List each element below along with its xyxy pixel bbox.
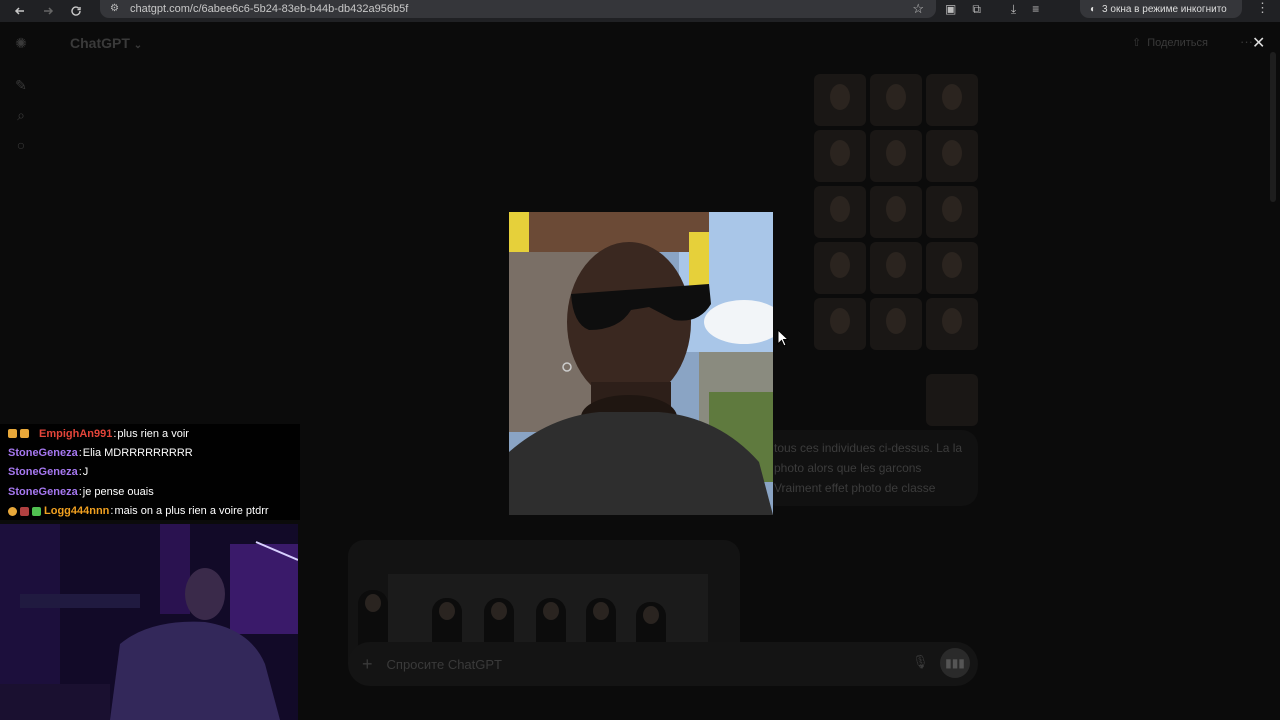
voice-mode-button[interactable]: ▮▮▮ <box>940 648 970 678</box>
url-text: chatgpt.com/c/6abee6c6-5b24-83eb-b44b-db… <box>130 3 409 15</box>
address-bar[interactable]: ⚙ chatgpt.com/c/6abee6c6-5b24-83eb-b44b-… <box>100 0 936 18</box>
playlist-icon[interactable]: ≡ <box>1032 2 1039 16</box>
plus-icon[interactable]: + <box>362 654 373 675</box>
thumbnail-image[interactable] <box>814 130 866 182</box>
edit-icon[interactable]: ✎ <box>12 76 30 94</box>
photo-person-head <box>365 594 381 612</box>
search-icon[interactable]: ⌕ <box>12 106 30 124</box>
thumbnail-image[interactable] <box>926 298 978 350</box>
thumbnail-image[interactable] <box>870 74 922 126</box>
openai-logo-icon[interactable]: ✺ <box>12 34 30 52</box>
chat-message: StoneGeneza: J <box>8 463 300 482</box>
chat-username[interactable]: StoneGeneza <box>8 466 78 478</box>
user-message-bubble: tous ces individues ci-dessus. La la pho… <box>760 430 978 506</box>
webcam-feed <box>0 524 298 720</box>
thumbnail-image[interactable] <box>870 242 922 294</box>
chat-message: StoneGeneza: je pense ouais <box>8 482 300 501</box>
chat-text: J <box>82 466 89 479</box>
forward-button[interactable] <box>34 0 62 22</box>
download-icon[interactable]: ⤓ <box>1011 2 1016 17</box>
chat-separator: : <box>78 466 82 479</box>
lightbox-image[interactable] <box>509 212 773 515</box>
thumbnail-image[interactable] <box>870 298 922 350</box>
back-button[interactable] <box>6 0 34 22</box>
chat-badge-icon <box>20 429 29 439</box>
browser-menu-icon[interactable]: ⋮ <box>1256 0 1269 16</box>
photo-person-head <box>491 602 507 620</box>
thumbnail-image[interactable] <box>814 242 866 294</box>
chat-separator: : <box>78 485 82 498</box>
chat-username[interactable]: EmpighAn991 <box>39 428 112 440</box>
close-icon[interactable]: ✕ <box>1252 33 1265 53</box>
arrow-right-icon <box>44 7 54 15</box>
chat-username[interactable]: StoneGeneza <box>8 486 78 498</box>
photo-person-head <box>593 602 609 620</box>
chat-text: Elia MDRRRRRRRRR <box>82 447 193 460</box>
thumbnail-image[interactable] <box>926 242 978 294</box>
photo-person-head <box>543 602 559 620</box>
model-selector[interactable]: ChatGPT ⌄ <box>70 35 142 51</box>
chat-username[interactable]: StoneGeneza <box>8 447 78 459</box>
chevron-down-icon: ⌄ <box>133 40 143 51</box>
site-info-icon[interactable]: ⚙ <box>110 3 122 15</box>
thumbnail-image[interactable] <box>926 374 978 426</box>
streamer-webcam <box>0 524 298 720</box>
share-label: Поделиться <box>1147 36 1208 49</box>
thumbnail-image[interactable] <box>814 74 866 126</box>
star-icon[interactable]: ☆ <box>912 1 924 17</box>
reload-button[interactable] <box>62 0 90 22</box>
portrait-photo <box>509 212 773 515</box>
chat-separator: : <box>110 505 114 518</box>
puzzle-icon[interactable]: ⧉ <box>972 2 981 17</box>
chat-badge-icon <box>32 506 41 516</box>
reload-icon <box>71 6 81 16</box>
prompt-input[interactable] <box>386 656 887 672</box>
extension-icon[interactable]: ▣ <box>945 2 956 16</box>
image-thumbnail-grid <box>814 74 978 350</box>
incognito-icon: ◐ <box>1090 3 1097 15</box>
scrollbar[interactable] <box>1270 52 1276 202</box>
app-title: ChatGPT <box>70 35 130 51</box>
chat-text: je pense ouais <box>82 485 154 498</box>
browser-toolbar: ⚙ chatgpt.com/c/6abee6c6-5b24-83eb-b44b-… <box>0 0 1280 22</box>
incognito-indicator[interactable]: ◐ 3 окна в режиме инкогнито <box>1080 0 1242 18</box>
extension-icons: ▣ ⧉ ⤓ ≡ <box>945 0 1039 18</box>
thumbnail-image[interactable] <box>926 186 978 238</box>
photo-person-head <box>439 602 455 620</box>
chat-badge-icon <box>20 506 29 516</box>
chat-text: plus rien a voir <box>117 427 189 440</box>
thumbnail-image[interactable] <box>870 130 922 182</box>
chat-message: EmpighAn991: plus rien a voir <box>8 424 300 443</box>
chat-text: mais on a plus rien a voire ptdrr <box>114 505 269 518</box>
share-icon: ⇧ <box>1132 37 1142 49</box>
waveform-icon: ▮▮▮ <box>945 656 965 670</box>
chat-separator: : <box>113 427 117 440</box>
photo-person-head <box>643 606 659 624</box>
incognito-label: 3 окна в режиме инкогнито <box>1102 3 1227 15</box>
chat-separator: : <box>78 447 82 460</box>
chat-bubble-icon[interactable]: ○ <box>12 136 30 154</box>
thumbnail-image[interactable] <box>814 186 866 238</box>
share-button[interactable]: ⇧ Поделиться <box>1132 36 1208 50</box>
chat-username[interactable]: Logg444nnn <box>44 505 109 517</box>
composer: + 🎙 ▮▮▮ <box>348 642 978 686</box>
thumbnail-image[interactable] <box>814 298 866 350</box>
arrow-left-icon <box>14 7 24 15</box>
chat-message: StoneGeneza: Elia MDRRRRRRRRR <box>8 443 300 462</box>
chat-message: Logg444nnn: mais on a plus rien a voire p… <box>8 502 300 520</box>
chat-badge-icon <box>8 429 17 439</box>
thumbnail-image[interactable] <box>870 186 922 238</box>
message-text: tous ces individues ci-dessus. La la pho… <box>774 441 963 495</box>
mouse-cursor-icon <box>777 329 789 347</box>
stream-chat-overlay: EmpighAn991: plus rien a voir StoneGeneza… <box>0 424 300 520</box>
chat-badge-icon <box>8 506 17 516</box>
thumbnail-image[interactable] <box>926 130 978 182</box>
thumbnail-image[interactable] <box>926 74 978 126</box>
microphone-icon[interactable]: 🎙 <box>912 654 929 670</box>
